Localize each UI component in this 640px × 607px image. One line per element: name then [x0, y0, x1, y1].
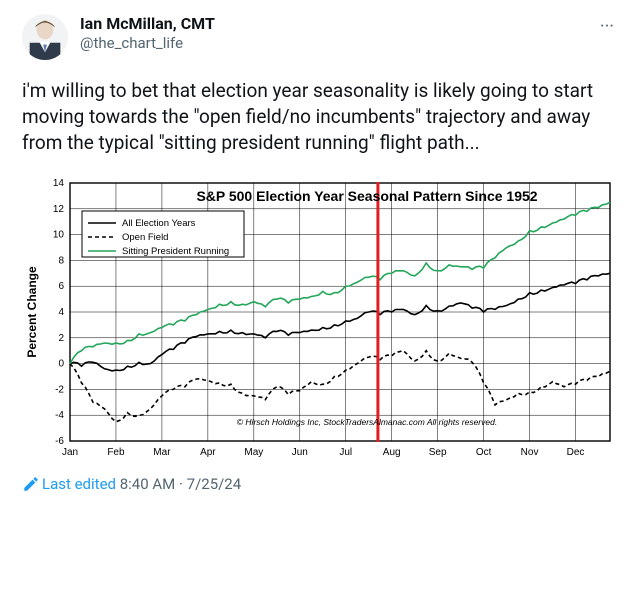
- svg-text:6: 6: [58, 281, 64, 292]
- svg-text:-2: -2: [55, 384, 64, 395]
- svg-text:Open Field: Open Field: [122, 232, 168, 243]
- svg-text:2: 2: [58, 332, 64, 343]
- chart-title: S&P 500 Election Year Seasonal Pattern S…: [196, 188, 537, 204]
- tweet-header: Ian McMillan, CMT @the_chart_life ···: [22, 14, 618, 60]
- svg-text:May: May: [244, 447, 263, 458]
- svg-text:4: 4: [58, 307, 64, 318]
- svg-text:-6: -6: [55, 436, 64, 447]
- chart-series-open: [70, 350, 610, 421]
- timestamp-date: 7/25/24: [187, 475, 242, 493]
- chart-ylabel: Percent Change: [25, 266, 39, 358]
- timestamp-time: 8:40 AM: [120, 475, 176, 493]
- svg-text:Sitting President Running: Sitting President Running: [122, 246, 229, 257]
- svg-text:10: 10: [53, 229, 65, 240]
- svg-text:Oct: Oct: [476, 447, 492, 458]
- tweet-footer: Last edited 8:40 AM · 7/25/24: [22, 475, 618, 493]
- name-column: Ian McMillan, CMT @the_chart_life: [80, 14, 596, 53]
- svg-text:Mar: Mar: [153, 447, 171, 458]
- svg-text:12: 12: [53, 203, 65, 214]
- svg-text:Jan: Jan: [62, 447, 78, 458]
- svg-text:0: 0: [58, 358, 64, 369]
- more-icon[interactable]: ···: [596, 14, 618, 39]
- last-edited-label[interactable]: Last edited: [42, 475, 116, 493]
- svg-text:Apr: Apr: [200, 447, 216, 458]
- svg-text:8: 8: [58, 255, 64, 266]
- tweet-container: Ian McMillan, CMT @the_chart_life ··· i'…: [0, 0, 640, 493]
- svg-text:Jun: Jun: [292, 447, 308, 458]
- svg-text:Nov: Nov: [521, 447, 539, 458]
- chart-image: -6 -4 -2 0 2 4 6 8 10 12 14 Jan Feb Mar Apr May Jun Jul Au…: [22, 175, 618, 465]
- svg-text:All Election Years: All Election Years: [122, 218, 196, 229]
- pencil-icon: [22, 475, 40, 493]
- avatar[interactable]: [22, 14, 68, 60]
- tweet-body: i'm willing to bet that election year se…: [22, 78, 618, 157]
- handle[interactable]: @the_chart_life: [80, 34, 596, 53]
- svg-text:Aug: Aug: [383, 447, 401, 458]
- svg-text:Sep: Sep: [429, 447, 447, 458]
- svg-text:Dec: Dec: [567, 447, 585, 458]
- svg-text:Feb: Feb: [107, 447, 125, 458]
- chart-credits: © Hirsch Holdings Inc, StockTradersAlman…: [237, 417, 497, 427]
- svg-text:-4: -4: [55, 410, 64, 421]
- svg-text:Jul: Jul: [339, 447, 352, 458]
- svg-text:14: 14: [53, 178, 65, 189]
- chart-series-all: [70, 273, 610, 371]
- display-name[interactable]: Ian McMillan, CMT: [80, 14, 596, 34]
